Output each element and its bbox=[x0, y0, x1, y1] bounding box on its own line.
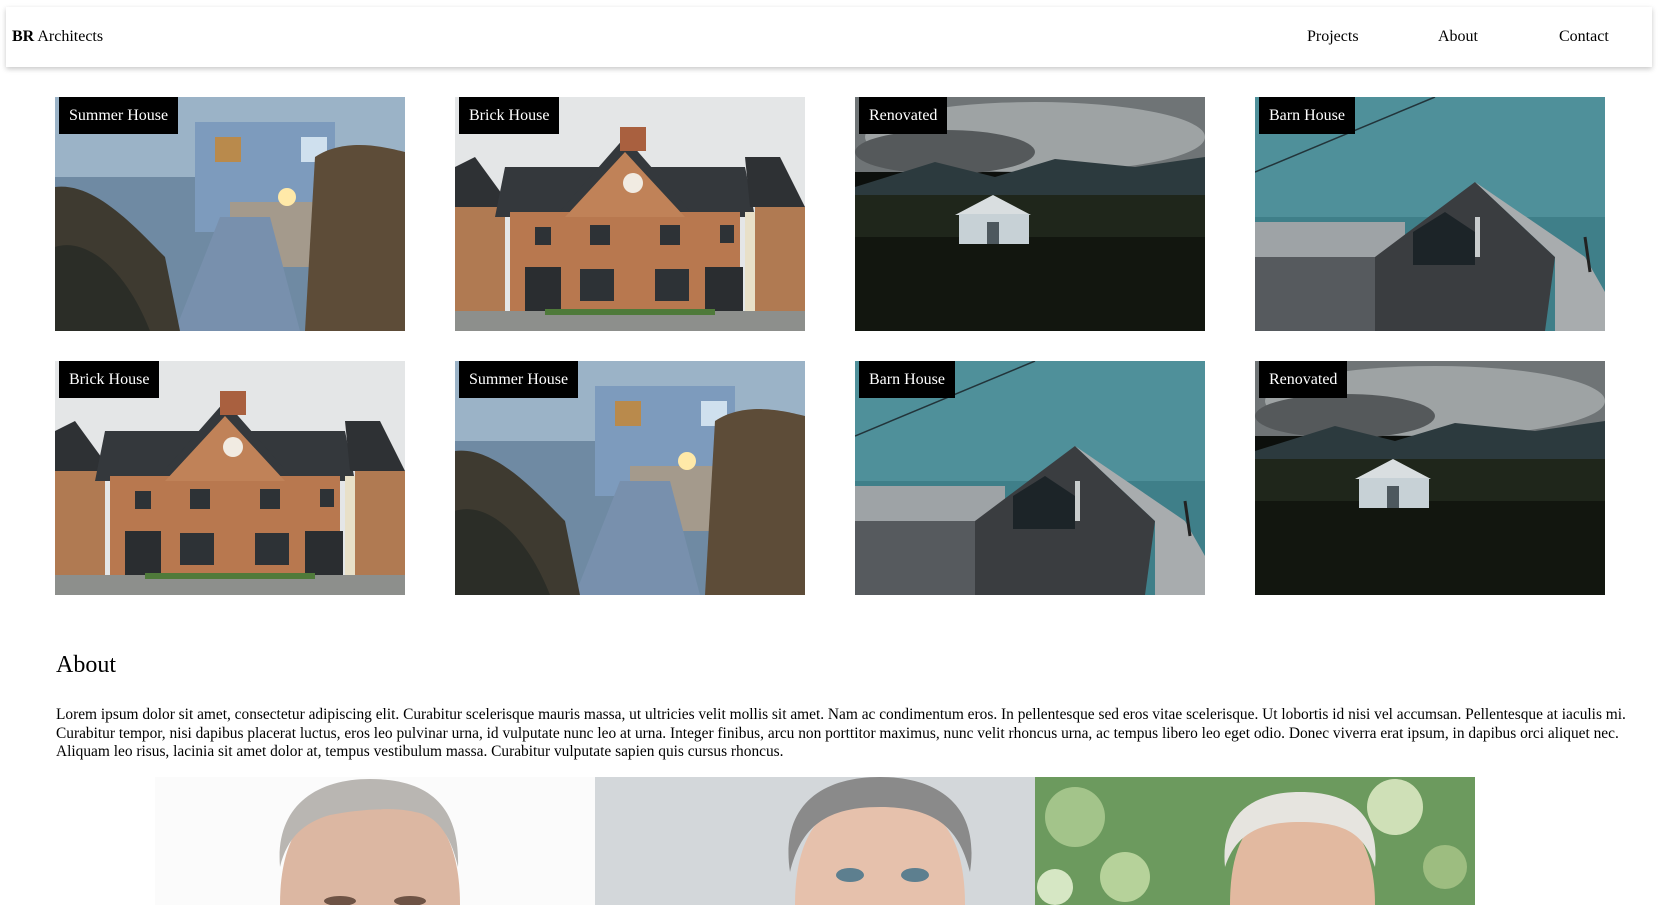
nav-link-contact[interactable]: Contact bbox=[1559, 28, 1609, 46]
nav-link-about[interactable]: About bbox=[1438, 28, 1478, 46]
navbar: BR Architects Projects About Contact bbox=[6, 7, 1652, 67]
project-card-renovated[interactable]: Renovated bbox=[855, 97, 1205, 331]
team-member-1-photo bbox=[155, 777, 595, 905]
project-card-brick-house[interactable]: Brick House bbox=[55, 361, 405, 595]
project-card-renovated[interactable]: Renovated bbox=[1255, 361, 1605, 595]
project-title: Barn House bbox=[859, 361, 955, 398]
team-member-2-photo bbox=[595, 777, 1035, 905]
brand-bold: BR bbox=[12, 28, 35, 45]
project-card-brick-house[interactable]: Brick House bbox=[455, 97, 805, 331]
project-title: Summer House bbox=[59, 97, 179, 134]
project-card-barn-house[interactable]: Barn House bbox=[855, 361, 1205, 595]
project-title: Renovated bbox=[859, 97, 948, 134]
project-card-summer-house[interactable]: Summer House bbox=[455, 361, 805, 595]
project-title: Barn House bbox=[1259, 97, 1355, 134]
project-card-summer-house[interactable]: Summer House bbox=[55, 97, 405, 331]
project-title: Brick House bbox=[59, 361, 160, 398]
project-title: Renovated bbox=[1259, 361, 1348, 398]
project-card-barn-house[interactable]: Barn House bbox=[1255, 97, 1605, 331]
team-member-3-photo bbox=[1035, 777, 1475, 905]
project-title: Summer House bbox=[459, 361, 579, 398]
project-title: Brick House bbox=[459, 97, 560, 134]
brand-name: Architects bbox=[34, 28, 104, 45]
about-text: Lorem ipsum dolor sit amet, consectetur … bbox=[56, 706, 1626, 761]
about-heading: About bbox=[56, 652, 116, 678]
brand-logo[interactable]: BR Architects bbox=[12, 28, 103, 46]
nav-link-projects[interactable]: Projects bbox=[1307, 28, 1359, 46]
